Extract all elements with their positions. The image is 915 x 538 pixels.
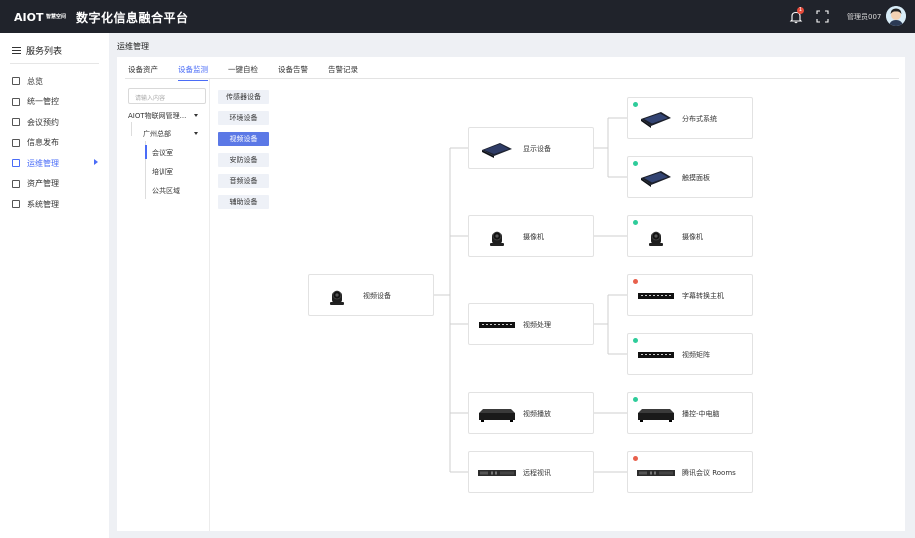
content-panel: 设备资产 设备监测 一键自检 设备告警 告警记录 请输入内容 AIOT物联网管理... 广… (117, 57, 905, 531)
overview-icon (12, 77, 20, 85)
node-label: 摄像机 (523, 233, 544, 241)
sidebar-item-label: 信息发布 (27, 138, 59, 147)
tablet-device-icon (639, 169, 673, 189)
ops-icon (12, 159, 20, 167)
topology-root-node[interactable]: 视频设备 (308, 274, 434, 316)
status-dot (633, 220, 638, 225)
topology-group-node[interactable]: 视频处理 (468, 303, 594, 345)
caret-right-icon (94, 159, 98, 165)
status-dot (633, 338, 638, 343)
top-bar: AIOT 智慧空间 数字化信息融合平台 1 管理员007 (0, 0, 915, 33)
asset-icon (12, 179, 20, 188)
node-label: 视频处理 (523, 321, 551, 329)
rack-device-icon (638, 292, 674, 302)
player-box-icon (479, 406, 515, 424)
sidebar-item[interactable]: 统一管控 (12, 95, 104, 109)
node-label: 摄像机 (682, 233, 703, 241)
topology-device-node[interactable]: 分布式系统 (627, 97, 753, 139)
control-icon (12, 97, 20, 106)
sidebar-item[interactable]: 资产管理 (12, 177, 104, 191)
topology-device-node[interactable]: 字幕转换主机 (627, 274, 753, 316)
sidebar-item-label: 总览 (27, 76, 43, 86)
node-label: 远程视讯 (523, 469, 551, 477)
camera-icon (327, 286, 347, 308)
topology-group-node[interactable]: 远程视讯 (468, 451, 594, 493)
sidebar-item[interactable]: 总览 (12, 74, 104, 88)
node-label: 视频矩阵 (682, 351, 710, 359)
publish-icon (12, 138, 20, 147)
logo: AIOT (14, 11, 44, 24)
status-dot (633, 456, 638, 461)
codec-device-icon (637, 469, 675, 479)
node-label: 视频播放 (523, 410, 551, 418)
node-label: 字幕转换主机 (682, 292, 724, 300)
sidebar-item[interactable]: 信息发布 (12, 136, 104, 150)
topology-device-node[interactable]: 播控-中电脑 (627, 392, 753, 434)
topology-group-node[interactable]: 显示设备 (468, 127, 594, 169)
notification-badge: 1 (797, 7, 804, 14)
node-label: 视频设备 (363, 292, 391, 300)
node-label: 分布式系统 (682, 115, 717, 123)
sidebar-item-label: 统一管控 (27, 97, 59, 106)
status-dot (633, 397, 638, 402)
sidebar-item-label: 运维管理 (27, 158, 59, 168)
logo-subtitle: 智慧空间 (46, 14, 67, 20)
topology-device-node[interactable]: 触摸面板 (627, 156, 753, 198)
node-label: 腾讯会议 Rooms (682, 469, 736, 477)
node-label: 显示设备 (523, 145, 551, 153)
codec-device-icon (478, 469, 516, 479)
sidebar-item-label: 会议预约 (27, 117, 59, 127)
sidebar-item[interactable]: 会议预约 (12, 115, 104, 129)
page-title: 运维管理 (117, 42, 149, 51)
avatar[interactable] (886, 6, 906, 26)
display-device-icon (480, 140, 514, 160)
sidebar-header: 服务列表 (12, 44, 62, 57)
status-dot (633, 279, 638, 284)
topology-device-node[interactable]: 摄像机 (627, 215, 753, 257)
topology-group-node[interactable]: 视频播放 (468, 392, 594, 434)
sidebar-divider (10, 63, 99, 64)
camera-icon (646, 227, 666, 249)
player-box-icon (638, 406, 674, 424)
sidebar: 服务列表 总览统一管控会议预约信息发布运维管理资产管理系统管理 (0, 33, 109, 538)
app-title: 数字化信息融合平台 (76, 11, 189, 25)
rack-device-icon (479, 321, 515, 331)
sidebar-item-label: 系统管理 (27, 199, 59, 209)
sidebar-title: 服务列表 (26, 47, 63, 57)
fullscreen-icon[interactable] (816, 10, 829, 23)
status-dot (633, 102, 638, 107)
tablet-device-icon (639, 110, 673, 130)
node-label: 播控-中电脑 (682, 410, 720, 418)
menu-icon[interactable] (12, 46, 21, 55)
sidebar-item[interactable]: 系统管理 (12, 197, 104, 211)
topology-device-node[interactable]: 视频矩阵 (627, 333, 753, 375)
system-icon (12, 200, 20, 208)
status-dot (633, 161, 638, 166)
topology-group-node[interactable]: 摄像机 (468, 215, 594, 257)
sidebar-item-label: 资产管理 (27, 179, 59, 188)
rack-device-icon (638, 351, 674, 361)
node-label: 触摸面板 (682, 174, 710, 182)
sidebar-item[interactable]: 运维管理 (12, 156, 104, 170)
calendar-icon (12, 118, 20, 126)
camera-icon (487, 227, 507, 249)
username[interactable]: 管理员007 (847, 12, 881, 22)
topology-device-node[interactable]: 腾讯会议 Rooms (627, 451, 753, 493)
